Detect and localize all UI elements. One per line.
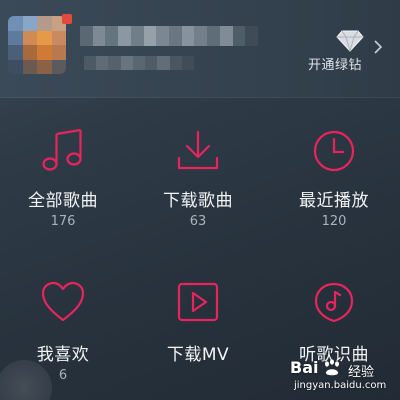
watermark-text: 经验 — [348, 365, 375, 380]
watermark-logo: Bai — [290, 358, 319, 377]
subtitle-pixelated — [84, 56, 194, 70]
baidu-jingyan-watermark: Bai 经验 jingyan.baidu.com — [290, 358, 396, 398]
chevron-right-icon[interactable] — [372, 40, 384, 54]
recent-play-count: 120 — [321, 214, 347, 229]
watermark-url: jingyan.baidu.com — [294, 380, 387, 391]
recent-play-item[interactable]: 最近播放 120 — [274, 128, 394, 229]
baidu-paw-icon — [325, 359, 339, 376]
downloaded-songs-label: 下载歌曲 — [163, 191, 233, 211]
music-recognize-icon — [314, 282, 354, 323]
username-pixelated — [80, 26, 258, 46]
recent-play-label: 最近播放 — [299, 191, 369, 211]
all-songs-count: 176 — [50, 214, 76, 229]
clock-icon — [313, 130, 355, 172]
vip-link[interactable]: 开通绿钻 — [308, 54, 362, 73]
all-songs-label: 全部歌曲 — [28, 191, 98, 211]
song-recognize-item[interactable]: 听歌识曲 — [274, 280, 394, 365]
music-note-icon — [42, 128, 82, 171]
diamond-icon[interactable] — [336, 30, 364, 52]
download-icon — [177, 130, 219, 170]
download-mv-item[interactable]: 下载MV — [138, 280, 258, 365]
profile-header[interactable]: 开通绿钻 — [0, 0, 400, 98]
avatar[interactable] — [8, 16, 66, 74]
download-mv-label: 下载MV — [166, 345, 230, 365]
video-play-icon — [177, 282, 219, 322]
downloaded-songs-item[interactable]: 下载歌曲 63 — [138, 128, 258, 229]
heart-icon — [41, 281, 85, 322]
downloaded-songs-count: 63 — [189, 214, 207, 229]
all-songs-item[interactable]: 全部歌曲 176 — [3, 128, 123, 229]
notification-dot — [62, 14, 72, 24]
